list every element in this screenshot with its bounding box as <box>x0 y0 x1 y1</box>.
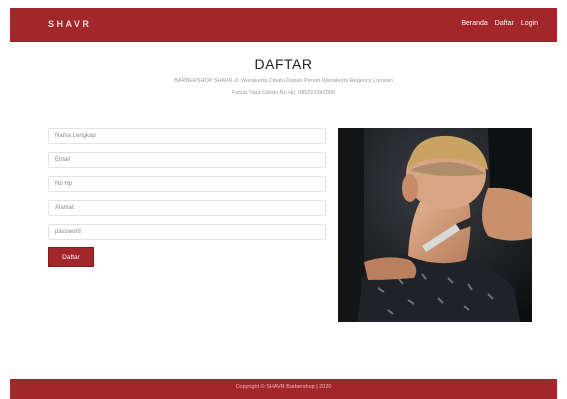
nav-links: Beranda Daftar Login <box>461 20 538 27</box>
full-name-field[interactable]: Nama Lengkap <box>48 128 326 144</box>
nav-link-daftar[interactable]: Daftar <box>495 20 514 27</box>
barber-photo <box>338 128 532 322</box>
register-button[interactable]: Daftar <box>48 247 94 267</box>
address-field[interactable]: Alamat <box>48 200 326 216</box>
footer-copyright: Copyright © SHAVR Barbershop | 2020 <box>235 384 332 390</box>
register-form: Nama Lengkap Email No Hp Alamat password… <box>48 128 326 267</box>
brand-logo[interactable]: SHAVR <box>48 19 91 29</box>
phone-field[interactable]: No Hp <box>48 176 326 192</box>
email-field[interactable]: Email <box>48 152 326 168</box>
page-subtitle-line1: BARBERSHOP SHAVR Jl. Wanakerta Cibatu De… <box>174 78 393 84</box>
nav-link-login[interactable]: Login <box>521 20 538 27</box>
nav-link-beranda[interactable]: Beranda <box>461 20 487 27</box>
page-subtitle-line2: Futsal Tiara Cibatu No.Hp. 085223342006 <box>231 90 336 96</box>
password-field[interactable]: password <box>48 224 326 240</box>
page-title: DAFTAR <box>254 56 313 72</box>
footer: Copyright © SHAVR Barbershop | 2020 <box>10 379 557 399</box>
barber-photo-illustration <box>338 128 532 322</box>
navbar: SHAVR Beranda Daftar Login <box>10 8 557 42</box>
